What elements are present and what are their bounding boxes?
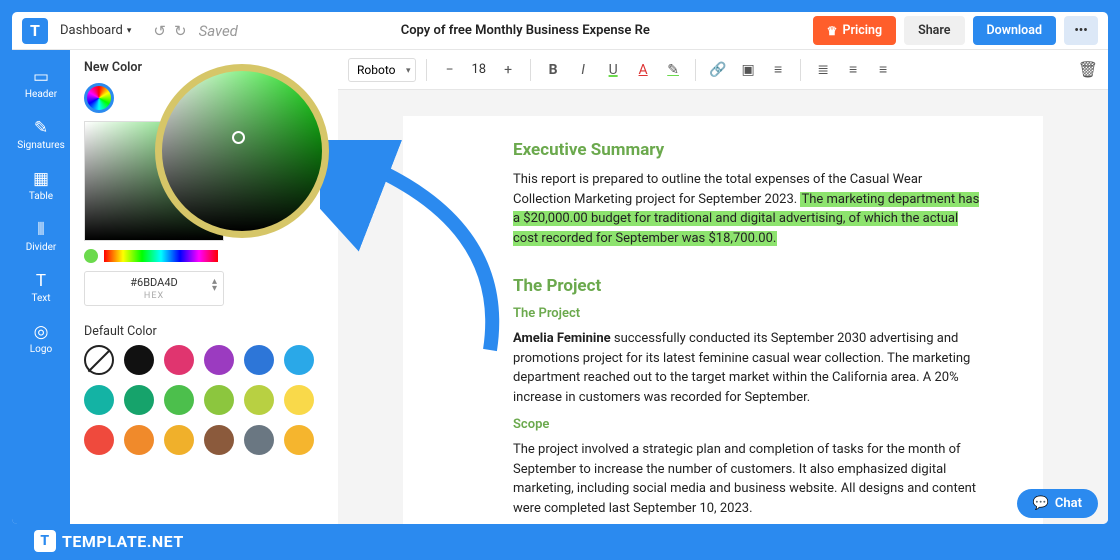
magnifier-lens (155, 64, 329, 238)
color-swatch[interactable] (84, 425, 114, 455)
sidebar-item-text[interactable]: TText (12, 262, 70, 313)
pricing-button[interactable]: ♛ Pricing (813, 16, 896, 45)
color-swatch[interactable] (204, 385, 234, 415)
sidebar-item-signatures[interactable]: ✎Signatures (12, 109, 70, 160)
increase-font-icon[interactable]: + (496, 58, 520, 82)
color-swatch[interactable] (124, 425, 154, 455)
document-canvas[interactable]: Executive Summary This report is prepare… (338, 90, 1108, 524)
color-swatch[interactable] (284, 345, 314, 375)
undo-icon[interactable]: ↺ (153, 22, 166, 40)
align-button[interactable]: ≡ (766, 58, 790, 82)
italic-button[interactable]: I (571, 58, 595, 82)
branding-logo: T TEMPLATE.NET (34, 530, 184, 552)
text-color-button[interactable]: A (631, 58, 655, 82)
logo-icon: ◎ (12, 322, 70, 342)
text-icon: T (12, 271, 70, 291)
link-button[interactable]: 🔗 (706, 58, 730, 82)
heading-the-project[interactable]: The Project (513, 276, 983, 296)
current-color-swatch (84, 249, 98, 263)
trash-icon[interactable]: 🗑 (1078, 60, 1098, 79)
font-size-value[interactable]: 18 (467, 62, 490, 77)
editor-toolbar: Roboto ▾ − 18 + B I U A ✎ 🔗 ▣ ≡ ≣ ≡ (338, 50, 1108, 90)
color-swatch[interactable] (244, 425, 274, 455)
document-page[interactable]: Executive Summary This report is prepare… (403, 116, 1043, 524)
list-button-3[interactable]: ≡ (871, 58, 895, 82)
chevron-down-icon: ▾ (406, 66, 411, 76)
color-swatch[interactable] (164, 425, 194, 455)
list-button-2[interactable]: ≡ (841, 58, 865, 82)
color-swatch[interactable] (284, 385, 314, 415)
hex-input[interactable]: #6BDA4D HEX ▴▾ (84, 271, 224, 306)
color-swatch[interactable] (164, 385, 194, 415)
default-color-label: Default Color (84, 324, 324, 339)
image-button[interactable]: ▣ (736, 58, 760, 82)
dashboard-menu[interactable]: Dashboard ▾ (60, 23, 131, 38)
sidebar-item-table[interactable]: ▦Table (12, 160, 70, 211)
document-title[interactable]: Copy of free Monthly Business Expense Re (250, 23, 801, 38)
color-swatch[interactable] (244, 385, 274, 415)
heading-executive-summary[interactable]: Executive Summary (513, 140, 983, 160)
color-wheel[interactable] (84, 83, 114, 113)
highlight-button[interactable]: ✎ (661, 58, 685, 82)
save-status: Saved (199, 22, 238, 40)
hue-slider[interactable] (104, 250, 218, 262)
paragraph-summary[interactable]: This report is prepared to outline the t… (513, 170, 983, 248)
color-swatch[interactable] (84, 385, 114, 415)
header-icon: ▭ (12, 67, 70, 87)
sidebar-item-header[interactable]: ▭Header (12, 58, 70, 109)
color-swatch[interactable] (244, 345, 274, 375)
color-swatch[interactable] (204, 425, 234, 455)
download-button[interactable]: Download (973, 16, 1057, 45)
pricing-label: Pricing (842, 23, 882, 38)
app-logo[interactable]: T (22, 18, 48, 44)
table-icon: ▦ (12, 169, 70, 189)
more-button[interactable]: ••• (1064, 16, 1098, 45)
left-sidebar: ▭Header ✎Signatures ▦Table ⦀Divider TTex… (12, 50, 70, 524)
chat-icon: 💬 (1033, 496, 1049, 511)
redo-icon[interactable]: ↻ (174, 22, 187, 40)
share-button[interactable]: Share (904, 16, 964, 45)
crown-icon: ♛ (827, 24, 838, 38)
sidebar-item-logo[interactable]: ◎Logo (12, 313, 70, 364)
bold-button[interactable]: B (541, 58, 565, 82)
color-swatch[interactable] (164, 345, 194, 375)
subheading-the-project[interactable]: The Project (513, 306, 983, 321)
color-swatch[interactable] (204, 345, 234, 375)
signature-icon: ✎ (12, 118, 70, 138)
color-swatches (84, 345, 324, 455)
underline-button[interactable]: U (601, 58, 625, 82)
paragraph-scope[interactable]: The project involved a strategic plan an… (513, 440, 983, 518)
font-family-select[interactable]: Roboto ▾ (348, 58, 416, 82)
brand-icon: T (34, 530, 56, 552)
list-button-1[interactable]: ≣ (811, 58, 835, 82)
dashboard-label: Dashboard (60, 23, 123, 38)
sidebar-item-divider[interactable]: ⦀Divider (12, 211, 70, 262)
decrease-font-icon[interactable]: − (437, 58, 461, 82)
hex-value: #6BDA4D (91, 276, 217, 289)
hex-label: HEX (91, 291, 217, 301)
paragraph-project[interactable]: Amelia Feminine successfully conducted i… (513, 329, 983, 407)
color-swatch[interactable] (284, 425, 314, 455)
color-swatch[interactable] (124, 385, 154, 415)
color-swatch[interactable] (84, 345, 114, 375)
chat-button[interactable]: 💬 Chat (1017, 489, 1098, 518)
chevron-down-icon: ▾ (127, 26, 132, 36)
topbar: T Dashboard ▾ ↺ ↻ Saved Copy of free Mon… (12, 12, 1108, 50)
subheading-scope[interactable]: Scope (513, 417, 983, 432)
divider-icon: ⦀ (12, 220, 70, 240)
color-cursor-ring (232, 131, 245, 144)
format-cycle-icon[interactable]: ▴▾ (212, 278, 217, 292)
color-swatch[interactable] (124, 345, 154, 375)
